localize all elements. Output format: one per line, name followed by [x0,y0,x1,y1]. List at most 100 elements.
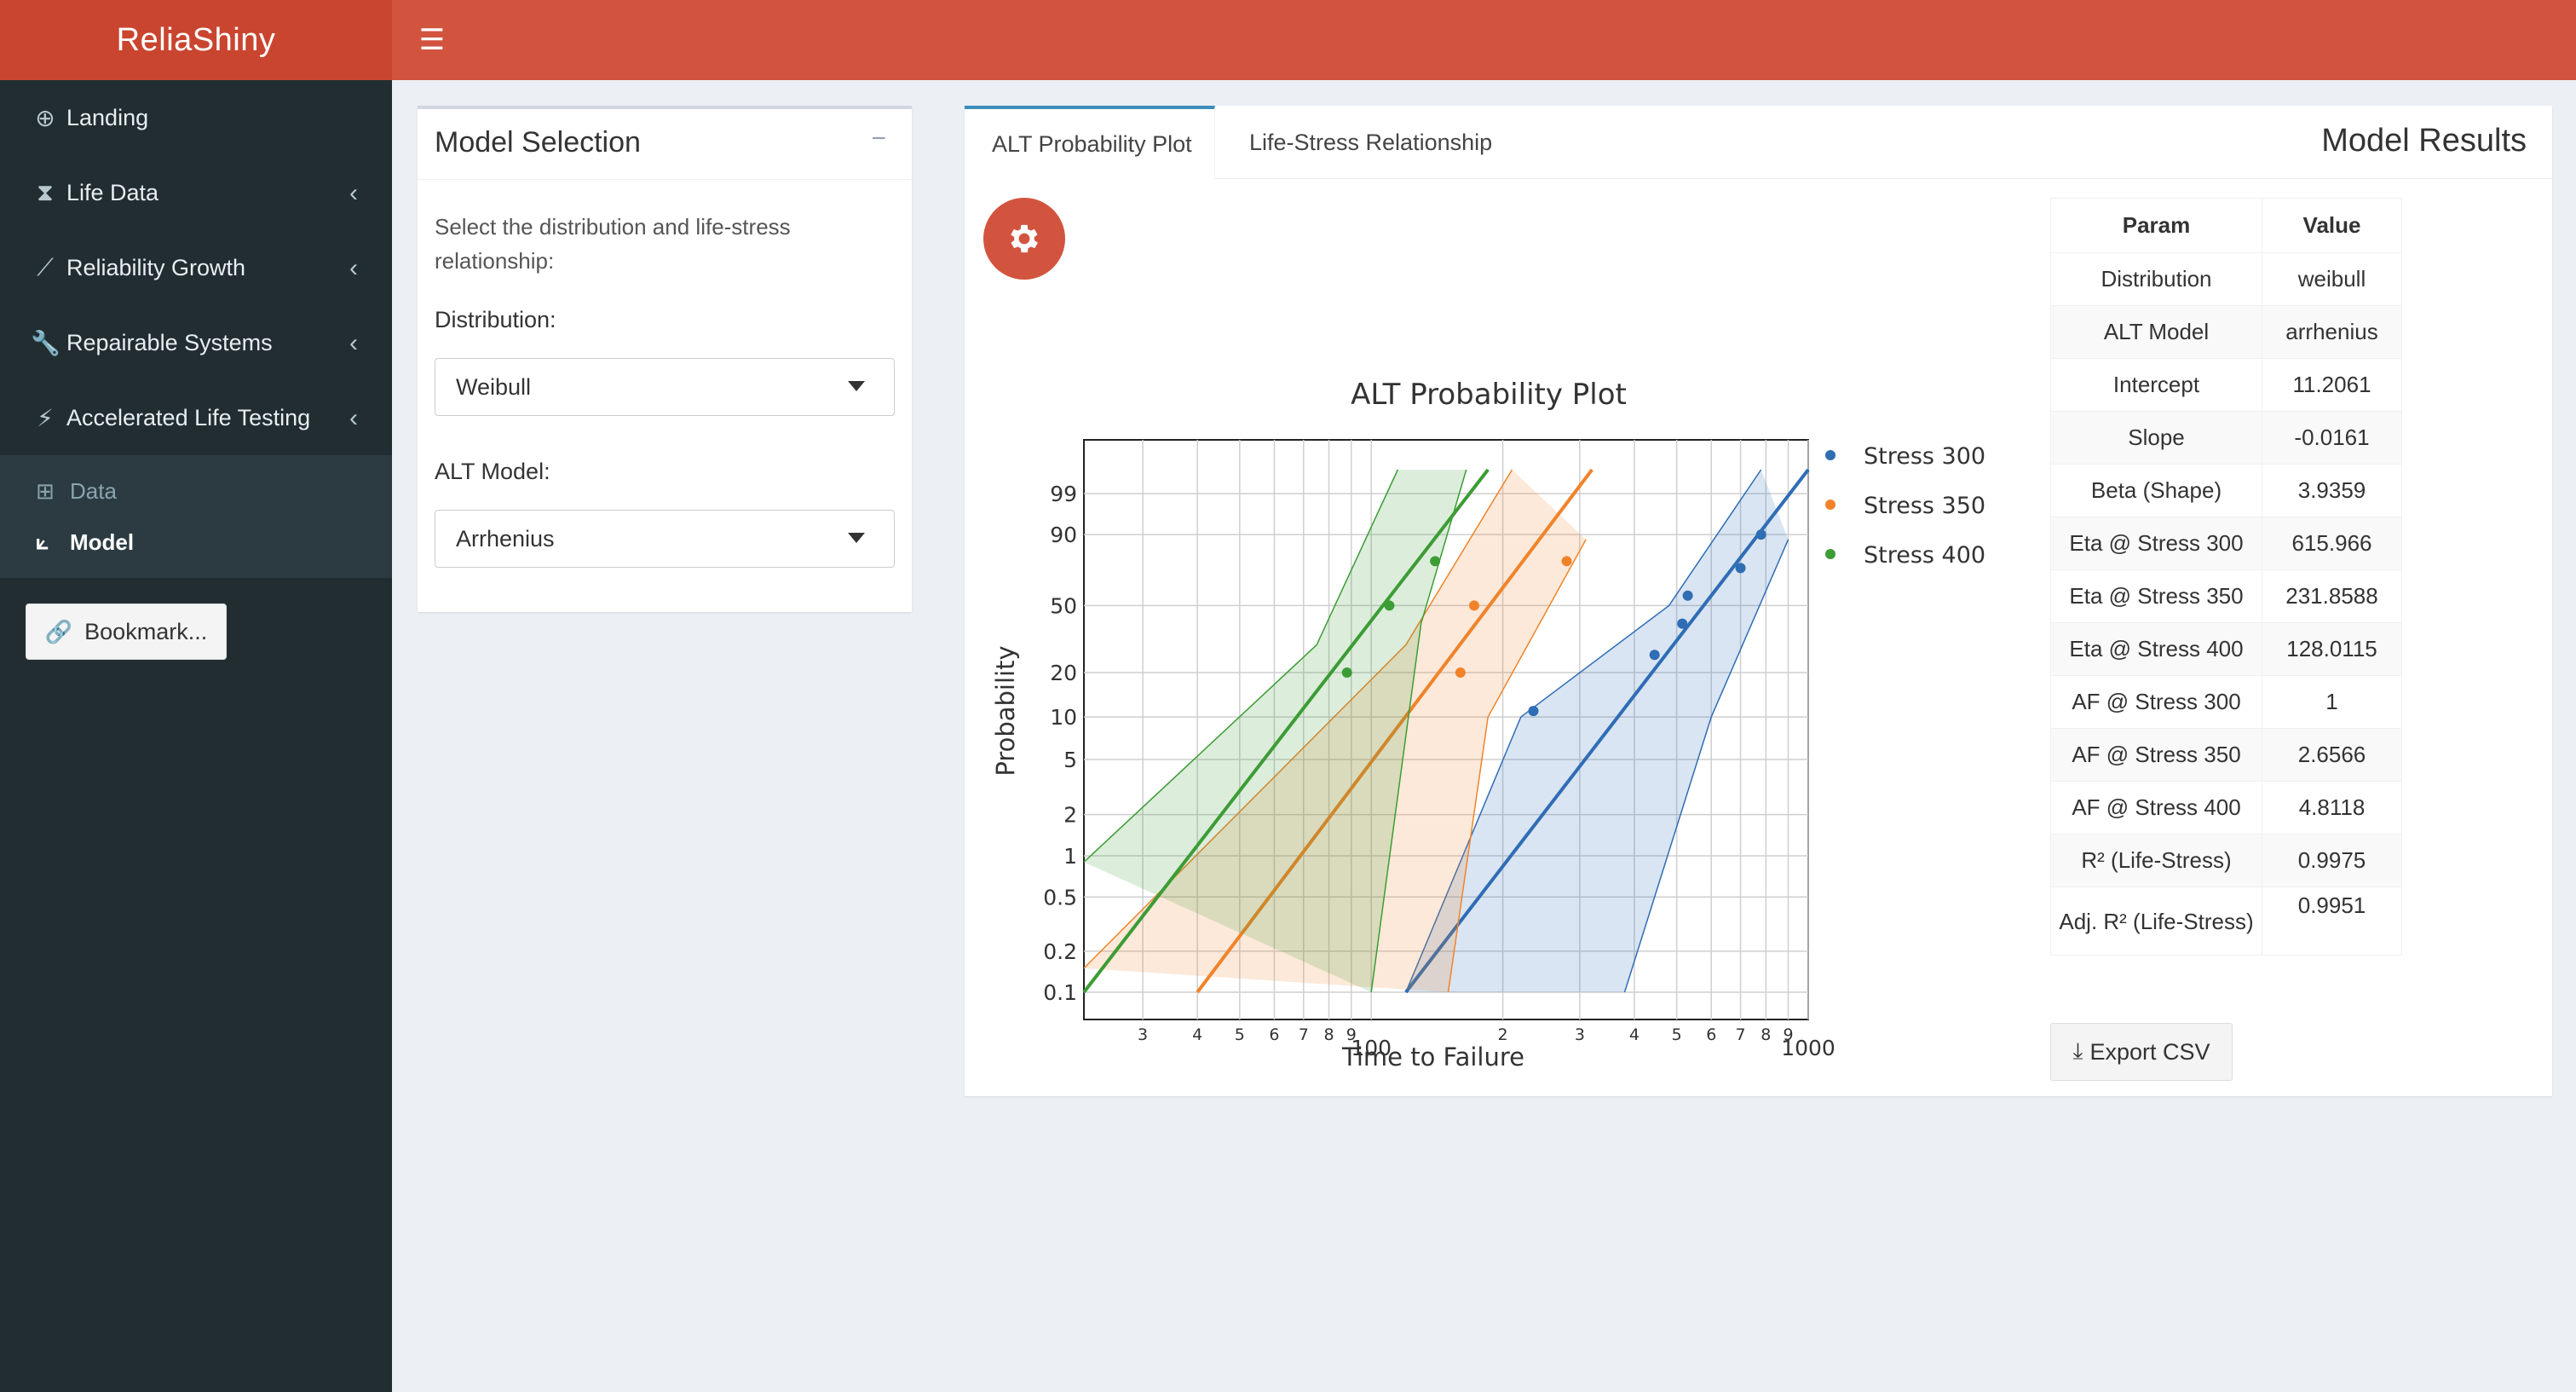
y-tick-label: 90 [1050,523,1077,547]
results-title: Model Results [2321,123,2527,159]
value-cell: 0.9951 [2262,887,2402,956]
chevron-left-icon: ‹ [349,179,358,207]
param-cell: Eta @ Stress 300 [2050,517,2262,570]
legend-marker [1825,500,1835,510]
distribution-select[interactable]: Weibull [435,358,895,416]
sidebar-item-label: Life Data [66,179,159,205]
param-cell: Eta @ Stress 350 [2050,569,2262,623]
alt-submenu: ⊞ Data ⟀ Model [0,455,392,578]
value-cell: 0.9975 [2262,834,2402,887]
alt-model-select[interactable]: Arrhenius [435,510,895,568]
x-minor-tick-label: 3 [1575,1025,1585,1044]
export-csv-button[interactable]: ⤓ Export CSV [2050,1023,2233,1081]
tab-bar: ALT Probability Plot Life-Stress Relatio… [965,106,2552,179]
sidebar-subitem-label: Data [70,477,117,504]
param-cell: Distribution [2050,252,2262,306]
table-row: Adj. R² (Life-Stress) 0.9951 [2050,887,2402,956]
tab-life-stress-relationship[interactable]: Life-Stress Relationship [1249,106,1492,179]
app-logo[interactable]: ReliaShiny [0,0,392,80]
sidebar-item-landing[interactable]: ⊕ Landing [0,80,392,155]
sidebar-item-reliability-growth[interactable]: ⟋ Reliability Growth ‹ [0,230,392,305]
y-tick-label: 5 [1063,748,1077,772]
bolt-icon: ⚡ [37,404,54,431]
bookmark-label: Bookmark... [84,618,208,644]
value-cell: -0.0161 [2262,411,2402,465]
divider [418,179,912,180]
y-tick-label: 0.1 [1043,980,1077,1005]
x-minor-tick-label: 2 [1498,1025,1508,1044]
sidebar-item-label: Reliability Growth [66,254,246,280]
x-minor-tick-label: 7 [1736,1025,1746,1044]
y-axis-label: Probability [991,645,1020,776]
x-minor-tick-label: 3 [1138,1025,1148,1044]
y-tick-label: 50 [1050,593,1077,618]
value-cell: 3.9359 [2262,464,2402,517]
export-label: Export CSV [2089,1038,2210,1065]
link-icon: 🔗 [44,618,73,644]
value-cell: 128.0115 [2262,622,2402,676]
model-selection-box: Model Selection − Select the distributio… [418,106,912,612]
x-minor-tick-label: 8 [1323,1025,1334,1044]
sidebar-item-label: Accelerated Life Testing [66,404,311,430]
caret-down-icon [848,533,865,543]
table-row: Eta @ Stress 350 231.8588 [2050,569,2402,623]
value-cell: 2.6566 [2262,728,2402,782]
x-minor-tick-label: 5 [1235,1025,1245,1044]
data-point [1677,618,1688,629]
sidebar-item-life-data[interactable]: ⧗ Life Data ‹ [0,155,392,230]
param-cell: AF @ Stress 300 [2050,675,2262,729]
alt-probability-chart[interactable]: ALT Probability Plot 0.1 0.2 0.5 1 2 5 10 20 50 9… [965,276,1987,1129]
x-minor-tick-label: 4 [1629,1025,1640,1044]
data-point [1430,556,1441,567]
top-header: ReliaShiny ☰ [0,0,2576,80]
sidebar-item-label: Landing [66,104,149,130]
y-tick-label: 2 [1063,803,1077,828]
y-tick-label: 0.2 [1043,939,1077,964]
param-cell: AF @ Stress 350 [2050,728,2262,782]
sidebar-subitem-data[interactable]: ⊞ Data [0,465,392,517]
chevron-down-icon: ‹ [349,404,358,432]
help-text: Select the distribution and life-stress … [435,214,791,274]
x-minor-tick-label: 6 [1269,1025,1279,1044]
y-tick-label: 99 [1050,482,1077,506]
table-row: R² (Life-Stress) 0.9975 [2050,834,2402,887]
param-cell: AF @ Stress 400 [2050,781,2262,835]
hourglass-icon: ⧗ [37,178,54,205]
x-minor-tick-label: 7 [1299,1025,1309,1044]
legend-marker [1825,450,1835,460]
x-minor-tick-label: 5 [1672,1025,1682,1044]
bookmark-button[interactable]: 🔗 Bookmark... [26,604,227,660]
x-minor-tick-label: 8 [1761,1025,1771,1044]
sidebar-item-repairable-systems[interactable]: 🔧 Repairable Systems ‹ [0,305,392,380]
sidebar-item-accelerated-life-testing[interactable]: ⚡ Accelerated Life Testing ‹ [0,380,392,455]
tab-alt-probability-plot[interactable]: ALT Probability Plot [965,106,1215,179]
y-tick-label: 10 [1050,705,1077,730]
y-tick-label: 20 [1050,661,1077,685]
table-row: Eta @ Stress 300 615.966 [2050,517,2402,570]
value-cell: 615.966 [2262,517,2402,570]
param-cell: Beta (Shape) [2050,464,2262,517]
wrench-icon: 🔧 [31,329,61,356]
table-row: AF @ Stress 400 4.8118 [2050,781,2402,835]
legend-marker [1825,549,1835,559]
data-point [1561,556,1572,567]
table-row: Slope -0.0161 [2050,411,2402,465]
plot-settings-button[interactable] [983,198,1065,280]
value-cell: 4.8118 [2262,781,2402,835]
value-cell: arrhenius [2262,305,2402,359]
distribution-label: Distribution: [435,307,556,332]
sidebar-subitem-model[interactable]: ⟀ Model [0,517,392,568]
table-row: Eta @ Stress 400 128.0115 [2050,622,2402,676]
y-tick-label: 1 [1063,844,1077,869]
download-icon: ⤓ [2072,1038,2083,1064]
x-axis-label: Time to Failure [1341,1043,1524,1071]
hamburger-menu-icon[interactable]: ☰ [392,0,472,80]
data-point [1682,590,1693,601]
chart-title: ALT Probability Plot [1351,378,1627,412]
line-chart-icon: ⟀ [36,528,49,554]
minimize-icon[interactable]: − [871,124,886,153]
table-row: ALT Model arrhenius [2050,305,2402,359]
results-panel: ALT Probability Plot Life-Stress Relatio… [965,106,2552,1096]
legend-label: Stress 400 [1864,542,1985,569]
table-header-value: Value [2262,198,2402,253]
